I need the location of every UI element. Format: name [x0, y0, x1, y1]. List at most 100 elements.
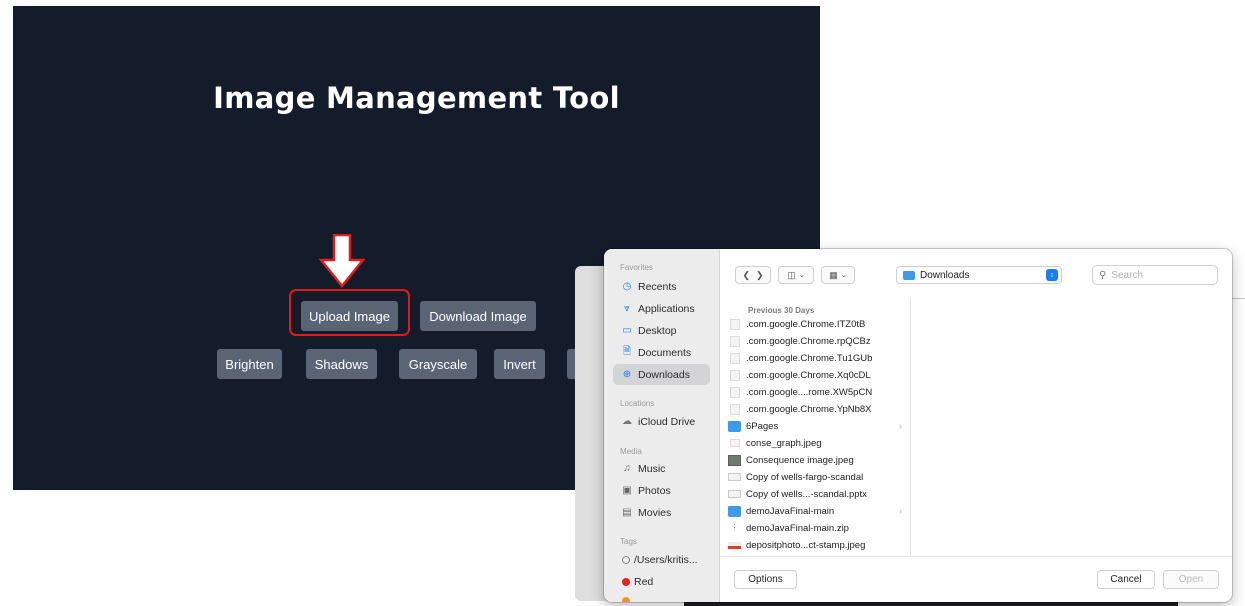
search-placeholder: Search — [1111, 269, 1144, 281]
brighten-button[interactable]: Brighten — [217, 349, 282, 379]
group-by-button[interactable]: ▦ ⌄ — [821, 266, 855, 284]
list-item[interactable]: Consequence image.jpeg — [728, 452, 908, 468]
list-item[interactable]: ⋮ demoJavaFinal-main.zip — [728, 520, 908, 536]
app-title: Image Management Tool — [213, 81, 620, 115]
download-image-button[interactable]: Download Image — [420, 301, 536, 331]
down-arrow-icon — [319, 234, 365, 288]
sidebar-item-label: Music — [638, 462, 666, 475]
file-name: 6Pages — [746, 420, 779, 432]
file-name: demoJavaFinal-main — [746, 505, 835, 517]
dialog-footer: Options Cancel Open — [720, 556, 1232, 602]
cancel-button[interactable]: Cancel — [1097, 570, 1155, 589]
file-name: .com.google.Chrome.YpNb8X — [746, 403, 872, 415]
file-icon — [730, 369, 740, 381]
file-name: .com.google.Chrome.Tu1GUb — [746, 352, 873, 364]
grid-icon: ▦ — [829, 269, 838, 280]
applications-icon: ⩔ — [624, 303, 630, 314]
location-dropdown[interactable]: Downloads ↕ — [896, 266, 1062, 284]
sidebar-item-movies[interactable]: ▤ Movies — [613, 502, 710, 523]
locations-header: Locations — [620, 399, 655, 408]
file-name: demoJavaFinal-main.zip — [746, 522, 849, 534]
sidebar-item-recents[interactable]: ◷ Recents — [613, 276, 710, 297]
upload-highlight-box — [289, 289, 410, 336]
image-file-icon — [730, 439, 740, 447]
dialog-sidebar: Favorites ◷ Recents ⩔ Applications ▭ Des… — [604, 249, 720, 602]
download-circle-icon: ⊕ — [622, 369, 632, 380]
list-item[interactable]: .com.google....rome.XW5pCN — [728, 384, 908, 400]
document-icon: 🗎 — [622, 346, 632, 357]
list-item[interactable]: .com.google.Chrome.ITZ0tB — [728, 316, 908, 332]
file-name: .com.google.Chrome.ITZ0tB — [746, 318, 866, 330]
sidebar-item-label: Desktop — [638, 324, 677, 337]
list-item[interactable]: .com.google.Chrome.YpNb8X — [728, 401, 908, 417]
sidebar-item-downloads[interactable]: ⊕ Downloads — [613, 364, 710, 385]
list-item[interactable]: .com.google.Chrome.Tu1GUb — [728, 350, 908, 366]
sidebar-item-tag-red[interactable]: Red — [613, 571, 710, 592]
file-icon — [730, 318, 740, 330]
sidebar-item-label: Recents — [638, 280, 677, 293]
location-dropdown-value: Downloads — [920, 269, 970, 281]
sidebar-item-music[interactable]: ♫ Music — [613, 458, 710, 479]
chevron-down-icon: ⌄ — [798, 272, 805, 279]
file-name: .com.google....rome.XW5pCN — [746, 386, 873, 398]
back-forward-buttons[interactable]: ❮ ❯ — [735, 266, 771, 284]
presentation-file-icon — [728, 490, 741, 498]
sidebar-item-documents[interactable]: 🗎 Documents — [613, 342, 710, 363]
favorites-header: Favorites — [620, 263, 653, 272]
columns-icon: ◫ — [787, 269, 796, 280]
tag-circle-icon — [622, 555, 630, 564]
search-field[interactable]: ⚲ Search — [1092, 265, 1218, 285]
sidebar-item-icloud-drive[interactable]: ☁ iCloud Drive — [613, 411, 710, 432]
list-item[interactable]: .com.google.Chrome.Xq0cDL — [728, 367, 908, 383]
options-button[interactable]: Options — [734, 570, 797, 589]
list-item[interactable]: depositphoto...ct-stamp.jpeg — [728, 537, 908, 553]
music-note-icon: ♫ — [623, 463, 631, 474]
file-name: depositphoto...ct-stamp.jpeg — [746, 539, 866, 551]
media-header: Media — [620, 447, 642, 456]
sidebar-item-photos[interactable]: ▣ Photos — [613, 480, 710, 501]
folder-icon — [728, 420, 741, 432]
sidebar-item-applications[interactable]: ⩔ Applications — [613, 298, 710, 319]
invert-button[interactable]: Invert — [494, 349, 545, 379]
tags-header: Tags — [620, 537, 637, 546]
file-icon — [730, 386, 740, 398]
camera-icon: ▣ — [622, 485, 632, 496]
list-item[interactable]: conse_graph.jpeg — [728, 435, 908, 451]
file-name: .com.google.Chrome.rpQCBz — [746, 335, 871, 347]
image-thumbnail-icon — [728, 454, 741, 466]
list-item[interactable]: demoJavaFinal-main › — [728, 503, 908, 519]
image-file-icon — [728, 541, 741, 549]
file-group-header: Previous 30 Days — [748, 306, 815, 315]
list-item[interactable]: Copy of wells-fargo-scandal — [728, 469, 908, 485]
chevron-left-icon[interactable]: ❮ — [742, 270, 750, 281]
column-view-button[interactable]: ◫ ⌄ — [778, 266, 814, 284]
list-item[interactable]: 6Pages › — [728, 418, 908, 434]
grayscale-button[interactable]: Grayscale — [399, 349, 477, 379]
file-open-dialog: Favorites ◷ Recents ⩔ Applications ▭ Des… — [604, 249, 1232, 602]
sidebar-item-label: Movies — [638, 506, 672, 519]
orange-tag-icon[interactable] — [622, 597, 630, 602]
sidebar-item-label: Downloads — [638, 368, 690, 381]
dialog-toolbar: ❮ ❯ ◫ ⌄ ▦ ⌄ Downloads ↕ ⚲ Search — [720, 249, 1232, 298]
list-item[interactable]: .com.google.Chrome.rpQCBz — [728, 333, 908, 349]
up-down-arrows-icon: ↕ — [1046, 269, 1058, 281]
chevron-right-icon[interactable]: ❯ — [756, 270, 764, 281]
sidebar-item-label: Photos — [638, 484, 671, 497]
file-name: Consequence image.jpeg — [746, 454, 854, 466]
chevron-right-icon: › — [899, 421, 902, 431]
file-icon — [730, 352, 740, 364]
shadows-button[interactable]: Shadows — [306, 349, 377, 379]
file-icon — [730, 403, 740, 415]
chevron-down-icon: ⌄ — [840, 272, 847, 279]
file-name: .com.google.Chrome.Xq0cDL — [746, 369, 871, 381]
sidebar-item-desktop[interactable]: ▭ Desktop — [613, 320, 710, 341]
file-name: Copy of wells...-scandal.pptx — [746, 488, 867, 500]
sidebar-item-tag-users[interactable]: /Users/kritis... — [613, 549, 710, 570]
film-icon: ▤ — [622, 507, 632, 518]
sidebar-item-label: Applications — [638, 302, 695, 315]
desktop-icon: ▭ — [622, 325, 632, 336]
list-item[interactable]: Copy of wells...-scandal.pptx — [728, 486, 908, 502]
open-button[interactable]: Open — [1163, 570, 1219, 589]
file-list: Previous 30 Days .com.google.Chrome.ITZ0… — [720, 298, 911, 556]
sidebar-item-label: /Users/kritis... — [634, 553, 698, 566]
